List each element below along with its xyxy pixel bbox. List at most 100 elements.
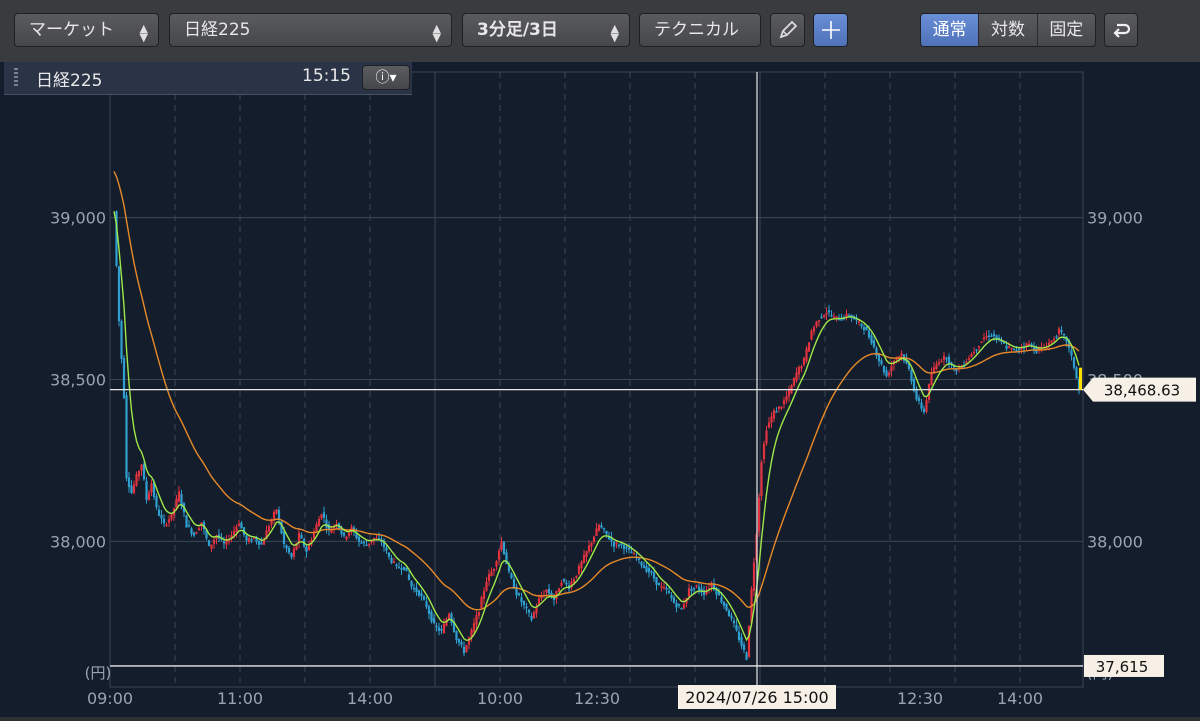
candle-body (370, 541, 373, 543)
candle-body (432, 618, 436, 623)
scale-mode-fixed[interactable]: 固定 (1037, 14, 1095, 46)
candle-body (415, 587, 418, 592)
candle-body (547, 588, 551, 594)
candle-body (557, 588, 561, 592)
candle-body (937, 362, 941, 365)
candle-body (760, 462, 763, 497)
candle-body (412, 587, 416, 590)
candle-body (652, 572, 656, 579)
y-tick-label-left: 38,000 (50, 532, 106, 551)
candle-body (532, 612, 536, 619)
candle-body (190, 528, 193, 534)
candle-body (510, 573, 513, 579)
candle-body (185, 515, 188, 528)
candle-body (740, 637, 743, 646)
candle-body (945, 357, 948, 360)
candle-body (627, 547, 631, 550)
candle-body (362, 541, 366, 544)
chart-area[interactable]: 38,00038,00038,50038,50039,00039,00009:0… (0, 62, 1200, 717)
candle-body (772, 410, 776, 419)
symbol-select[interactable]: 日経225 ▲ ▼ (169, 13, 452, 47)
x-tick-label: 11:00 (217, 689, 263, 708)
candle-body (117, 266, 121, 322)
candle-body (810, 330, 813, 340)
scale-mode-normal[interactable]: 通常 (921, 14, 980, 46)
candle-body (360, 542, 363, 544)
candle-body (120, 321, 123, 359)
candle-body (437, 627, 441, 631)
x-tick-label: 12:30 (574, 689, 620, 708)
candle-body (972, 351, 976, 354)
candle-body (815, 321, 818, 327)
candle-body (322, 512, 326, 518)
candle-body (580, 561, 583, 569)
candle-body (245, 535, 248, 541)
scale-mode-log[interactable]: 対数 (979, 14, 1038, 46)
candle-body (1075, 367, 1078, 379)
candle-body (417, 590, 421, 596)
candle-body (545, 589, 548, 593)
candle-body (237, 523, 241, 526)
candle-body (1070, 350, 1073, 356)
candle-body (145, 481, 148, 500)
candle-body (212, 539, 216, 544)
candle-body (250, 539, 253, 541)
candle-body (800, 366, 803, 369)
candle-body (520, 597, 523, 603)
candle-body (735, 624, 738, 631)
candle-body (222, 541, 226, 544)
drag-handle-icon[interactable] (14, 68, 18, 88)
crosshair-button[interactable] (813, 13, 848, 47)
candle-body (832, 316, 836, 319)
candle-body (275, 509, 278, 514)
info-button[interactable]: ⓘ▾ (362, 65, 410, 90)
candle-body (297, 532, 301, 543)
candle-body (617, 544, 621, 547)
crosshair-icon (821, 21, 840, 39)
candle-body (530, 615, 533, 620)
candle-body (560, 582, 563, 586)
candle-body (525, 606, 528, 609)
candle-body (147, 492, 151, 501)
chart-overlay: 38,468.63 37,615 2024/07/26 15:00 (110, 72, 1196, 709)
candle-body (725, 603, 728, 611)
technical-button[interactable]: テクニカル (639, 13, 761, 47)
candle-body (150, 483, 153, 493)
candle-body (130, 485, 133, 494)
technical-button-label: テクニカル (654, 20, 739, 40)
candle-body (870, 335, 873, 344)
chart-info-bar: 日経225 15:15 ⓘ▾ (4, 62, 412, 95)
candle-body (915, 389, 918, 400)
interval-select[interactable]: 3分足/3日 ▲ ▼ (462, 13, 630, 47)
candle-body (767, 422, 771, 428)
current-price-marker (1079, 367, 1082, 390)
candle-body (460, 641, 463, 645)
pencil-button[interactable] (770, 13, 805, 47)
candle-body (277, 509, 281, 520)
candle-body (177, 491, 181, 502)
candle-body (522, 600, 526, 606)
candle-body (480, 597, 483, 609)
candle-body (777, 406, 781, 409)
candle-body (682, 604, 686, 609)
candle-body (770, 416, 773, 423)
candle-body (282, 531, 286, 544)
candle-body (600, 525, 603, 528)
candle-body (345, 536, 348, 540)
candle-body (325, 519, 328, 528)
low-price-label: 37,615 (1096, 658, 1149, 676)
candle-body (630, 551, 633, 554)
candle-body (697, 586, 701, 591)
candle-body (195, 532, 198, 535)
candle-body (762, 443, 766, 460)
candle-body (457, 638, 461, 643)
candle-body (605, 530, 608, 535)
current-price-label: 38,468.63 (1104, 382, 1180, 400)
market-select[interactable]: マーケット ▲ ▼ (14, 13, 159, 47)
price-chart[interactable]: 38,00038,00038,50038,50039,00039,00009:0… (0, 62, 1200, 717)
candle-body (157, 509, 161, 516)
undo-button[interactable] (1104, 13, 1138, 47)
candle-body (795, 372, 798, 381)
candle-body (465, 645, 468, 653)
candle-body (975, 349, 978, 351)
